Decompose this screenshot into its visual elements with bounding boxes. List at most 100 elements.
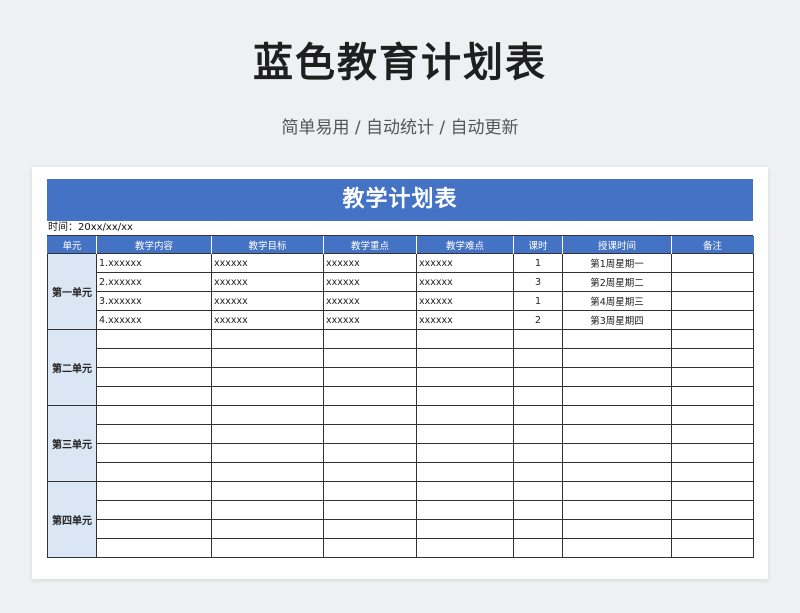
col-header-goal[interactable]: 教学目标 [211, 236, 324, 254]
unit-cell[interactable]: 第一单元 [47, 253, 97, 330]
goal-cell[interactable]: xxxxxx [211, 310, 324, 330]
goal-cell[interactable] [211, 367, 324, 387]
content-cell[interactable] [96, 481, 212, 501]
content-cell[interactable] [96, 519, 212, 539]
note-cell[interactable] [671, 462, 754, 482]
hours-cell[interactable] [513, 519, 563, 539]
goal-cell[interactable]: xxxxxx [211, 291, 324, 311]
hours-cell[interactable]: 1 [513, 253, 563, 273]
goal-cell[interactable]: xxxxxx [211, 253, 324, 273]
schedule-cell[interactable] [562, 348, 672, 368]
key-point-cell[interactable] [323, 405, 417, 425]
note-cell[interactable] [671, 253, 754, 273]
content-cell[interactable] [96, 424, 212, 444]
schedule-cell[interactable] [562, 519, 672, 539]
difficulty-cell[interactable] [416, 367, 514, 387]
note-cell[interactable] [671, 272, 754, 292]
col-header-hours[interactable]: 课时 [513, 236, 563, 254]
content-cell[interactable] [96, 443, 212, 463]
difficulty-cell[interactable] [416, 519, 514, 539]
schedule-cell[interactable]: 第4周星期三 [562, 291, 672, 311]
unit-cell[interactable]: 第四单元 [47, 481, 97, 558]
content-cell[interactable]: 1.xxxxxx [96, 253, 212, 273]
difficulty-cell[interactable]: xxxxxx [416, 291, 514, 311]
key-point-cell[interactable] [323, 386, 417, 406]
goal-cell[interactable] [211, 405, 324, 425]
goal-cell[interactable]: xxxxxx [211, 272, 324, 292]
key-point-cell[interactable] [323, 348, 417, 368]
key-point-cell[interactable] [323, 424, 417, 444]
difficulty-cell[interactable] [416, 443, 514, 463]
difficulty-cell[interactable] [416, 481, 514, 501]
note-cell[interactable] [671, 386, 754, 406]
schedule-cell[interactable] [562, 481, 672, 501]
key-point-cell[interactable] [323, 367, 417, 387]
content-cell[interactable] [96, 367, 212, 387]
hours-cell[interactable] [513, 367, 563, 387]
hours-cell[interactable] [513, 481, 563, 501]
difficulty-cell[interactable] [416, 348, 514, 368]
schedule-cell[interactable]: 第2周星期二 [562, 272, 672, 292]
note-cell[interactable] [671, 310, 754, 330]
col-header-key[interactable]: 教学重点 [323, 236, 417, 254]
note-cell[interactable] [671, 424, 754, 444]
note-cell[interactable] [671, 348, 754, 368]
content-cell[interactable] [96, 386, 212, 406]
hours-cell[interactable]: 3 [513, 272, 563, 292]
note-cell[interactable] [671, 329, 754, 349]
hours-cell[interactable]: 1 [513, 291, 563, 311]
key-point-cell[interactable] [323, 462, 417, 482]
key-point-cell[interactable]: xxxxxx [323, 310, 417, 330]
key-point-cell[interactable] [323, 519, 417, 539]
content-cell[interactable]: 2.xxxxxx [96, 272, 212, 292]
schedule-cell[interactable] [562, 500, 672, 520]
key-point-cell[interactable] [323, 481, 417, 501]
difficulty-cell[interactable] [416, 424, 514, 444]
hours-cell[interactable] [513, 424, 563, 444]
key-point-cell[interactable]: xxxxxx [323, 253, 417, 273]
content-cell[interactable] [96, 462, 212, 482]
key-point-cell[interactable] [323, 329, 417, 349]
note-cell[interactable] [671, 291, 754, 311]
difficulty-cell[interactable]: xxxxxx [416, 272, 514, 292]
goal-cell[interactable] [211, 462, 324, 482]
goal-cell[interactable] [211, 538, 324, 558]
hours-cell[interactable] [513, 329, 563, 349]
schedule-cell[interactable] [562, 367, 672, 387]
note-cell[interactable] [671, 405, 754, 425]
hours-cell[interactable] [513, 462, 563, 482]
schedule-cell[interactable]: 第1周星期一 [562, 253, 672, 273]
content-cell[interactable] [96, 348, 212, 368]
key-point-cell[interactable] [323, 538, 417, 558]
col-header-note[interactable]: 备注 [671, 236, 754, 254]
goal-cell[interactable] [211, 386, 324, 406]
hours-cell[interactable] [513, 500, 563, 520]
col-header-unit[interactable]: 单元 [47, 236, 97, 254]
schedule-cell[interactable] [562, 538, 672, 558]
note-cell[interactable] [671, 367, 754, 387]
difficulty-cell[interactable]: xxxxxx [416, 253, 514, 273]
unit-cell[interactable]: 第二单元 [47, 329, 97, 406]
goal-cell[interactable] [211, 329, 324, 349]
content-cell[interactable] [96, 405, 212, 425]
note-cell[interactable] [671, 519, 754, 539]
hours-cell[interactable] [513, 405, 563, 425]
col-header-time[interactable]: 授课时间 [562, 236, 672, 254]
difficulty-cell[interactable] [416, 405, 514, 425]
hours-cell[interactable]: 2 [513, 310, 563, 330]
note-cell[interactable] [671, 538, 754, 558]
schedule-cell[interactable]: 第3周星期四 [562, 310, 672, 330]
note-cell[interactable] [671, 481, 754, 501]
schedule-cell[interactable] [562, 405, 672, 425]
goal-cell[interactable] [211, 443, 324, 463]
note-cell[interactable] [671, 443, 754, 463]
key-point-cell[interactable]: xxxxxx [323, 291, 417, 311]
goal-cell[interactable] [211, 519, 324, 539]
date-line[interactable]: 时间：20xx/xx/xx [47, 221, 753, 236]
goal-cell[interactable] [211, 500, 324, 520]
difficulty-cell[interactable] [416, 329, 514, 349]
difficulty-cell[interactable] [416, 386, 514, 406]
difficulty-cell[interactable] [416, 538, 514, 558]
content-cell[interactable]: 4.xxxxxx [96, 310, 212, 330]
key-point-cell[interactable] [323, 443, 417, 463]
